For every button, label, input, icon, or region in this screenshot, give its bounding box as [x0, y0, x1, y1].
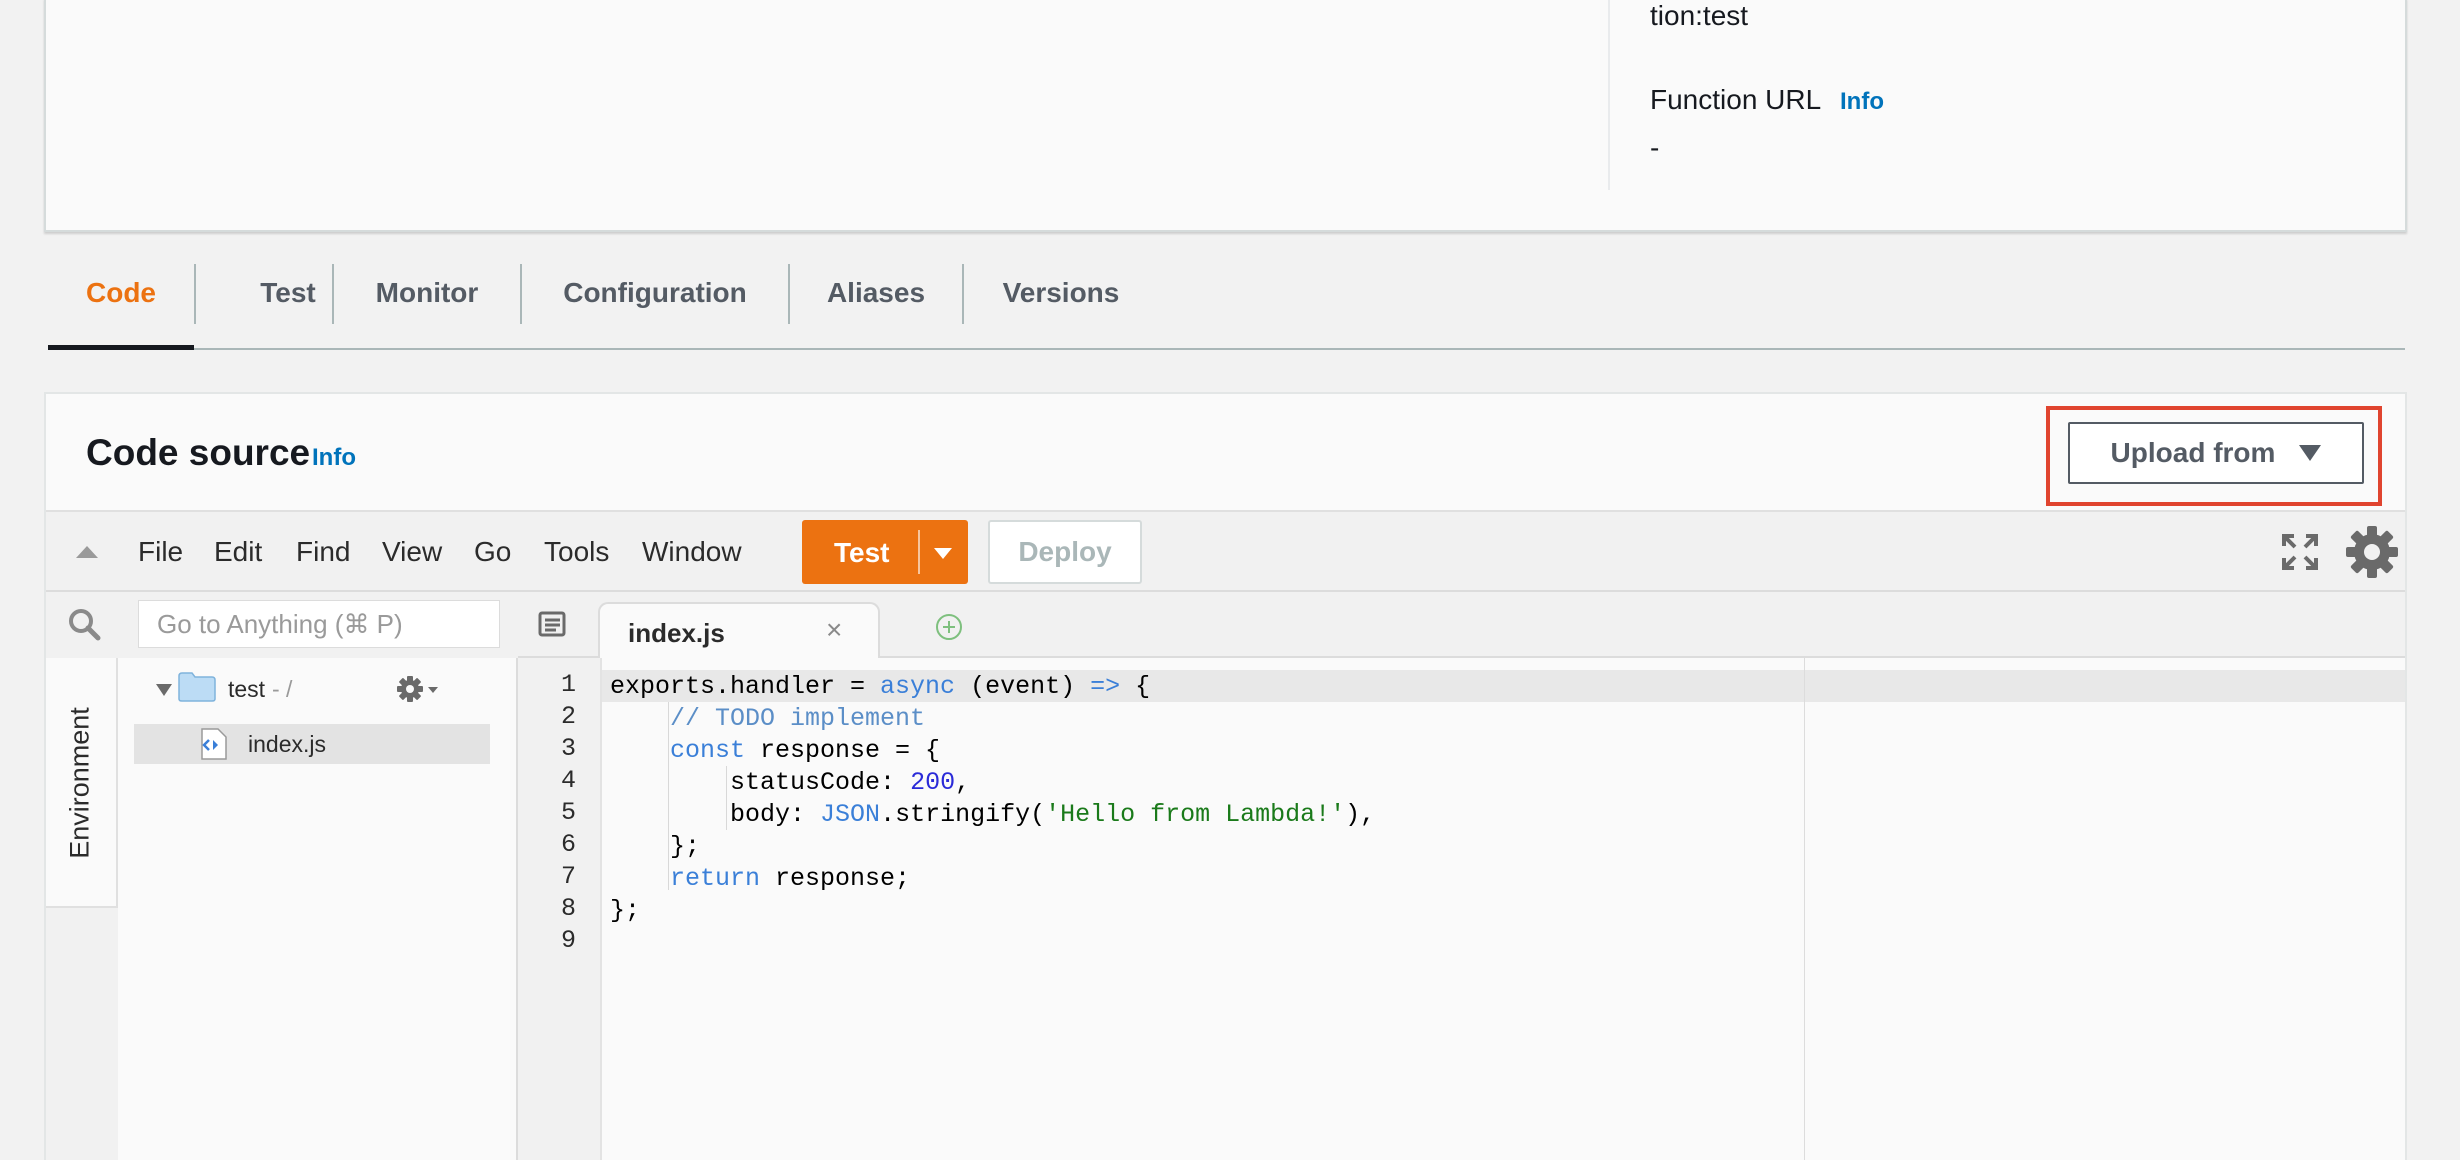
menu-tools[interactable]: Tools: [544, 536, 609, 568]
tab-monitor[interactable]: Monitor: [334, 254, 520, 348]
folder-name[interactable]: test: [228, 676, 265, 703]
line-number: 9: [560, 926, 576, 955]
menu-find[interactable]: Find: [296, 536, 350, 568]
ide-toolbar: File Edit Find View Go Tools Window Test…: [46, 510, 2405, 592]
upload-from-button[interactable]: Upload from: [2068, 422, 2364, 484]
code-line: body: JSON.stringify('Hello from Lambda!…: [610, 800, 1376, 829]
test-dropdown-icon[interactable]: [934, 548, 952, 559]
function-url-value: -: [1650, 132, 1660, 163]
menu-file[interactable]: File: [138, 536, 183, 568]
line-number: 3: [560, 734, 576, 763]
editor-tab-bar: index.js ×: [518, 592, 2405, 658]
line-number: 2: [560, 702, 576, 731]
line-number: 7: [560, 862, 576, 891]
tab-list-icon[interactable]: [538, 610, 568, 638]
editor-gutter: 1 2 3 4 5 6 7 8 9: [518, 658, 602, 1160]
function-tabs: Code Test Monitor Configuration Aliases …: [48, 254, 2405, 350]
editor-tab-label: index.js: [628, 618, 725, 648]
menu-view[interactable]: View: [382, 536, 442, 568]
close-tab-icon[interactable]: ×: [826, 614, 842, 646]
upload-from-label: Upload from: [2110, 437, 2276, 468]
overview-divider: [1608, 0, 1610, 190]
code-line: return response;: [670, 864, 911, 893]
caret-down-icon: [2299, 445, 2322, 461]
print-margin: [1804, 658, 1805, 1160]
editor-tab-index-js[interactable]: index.js ×: [598, 602, 880, 658]
test-button[interactable]: Test: [834, 537, 890, 569]
line-number: 6: [560, 830, 576, 859]
environment-tab[interactable]: Environment: [46, 658, 118, 908]
line-number: 8: [560, 894, 576, 923]
menu-window[interactable]: Window: [642, 536, 742, 568]
environment-tab-label: Environment: [64, 707, 95, 859]
tab-versions[interactable]: Versions: [964, 254, 1158, 348]
line-number: 4: [560, 766, 576, 795]
code-source-title: Code source: [86, 432, 311, 473]
code-source-info-link[interactable]: Info: [312, 444, 356, 472]
fullscreen-icon[interactable]: [2280, 532, 2320, 572]
preferences-gear-icon[interactable]: [2344, 524, 2400, 580]
folder-expand-icon[interactable]: [156, 684, 172, 696]
line-number: 5: [560, 798, 576, 827]
folder-icon: [178, 672, 216, 702]
code-line: const response = {: [670, 736, 941, 765]
file-tree: test - / index.js: [118, 658, 518, 1160]
function-url-info-link[interactable]: Info: [1840, 88, 1884, 116]
folder-path: - /: [272, 676, 293, 702]
split-divider: [918, 530, 920, 574]
tree-settings-gear-icon[interactable]: [396, 674, 440, 704]
function-overview-panel: tion:test Function URL Info -: [44, 0, 2407, 232]
code-line: exports.handler = async (event) => {: [610, 672, 1151, 701]
code-line: };: [610, 896, 641, 925]
file-search-area: Go to Anything (⌘ P): [46, 592, 518, 658]
deploy-button[interactable]: Deploy: [988, 520, 1142, 584]
tab-aliases[interactable]: Aliases: [790, 254, 962, 348]
js-file-icon: [201, 728, 227, 760]
add-tab-icon[interactable]: [934, 612, 964, 642]
line-number: 1: [560, 670, 576, 699]
collapse-toolbar-icon[interactable]: [76, 546, 98, 558]
tree-file-name: index.js: [248, 731, 326, 757]
go-to-anything-input[interactable]: Go to Anything (⌘ P): [138, 600, 500, 648]
code-source-panel: Code source Info Upload from File Edit F…: [44, 392, 2407, 1160]
code-line: // TODO implement: [670, 704, 926, 733]
tree-item-index-js[interactable]: index.js: [134, 724, 490, 764]
search-icon[interactable]: [66, 606, 102, 642]
test-split-button: Test: [802, 520, 968, 584]
code-line: };: [610, 832, 701, 861]
menu-edit[interactable]: Edit: [214, 536, 262, 568]
code-line: statusCode: 200,: [610, 768, 971, 797]
function-arn-tail: tion:test: [1650, 0, 1749, 31]
code-editor[interactable]: exports.handler = async (event) => { // …: [602, 658, 2405, 1160]
environment-strip: Environment: [46, 658, 118, 1160]
tab-code[interactable]: Code: [48, 254, 194, 350]
tab-configuration[interactable]: Configuration: [522, 254, 788, 348]
function-url-label: Function URL: [1650, 84, 1822, 115]
menu-go[interactable]: Go: [474, 536, 511, 568]
